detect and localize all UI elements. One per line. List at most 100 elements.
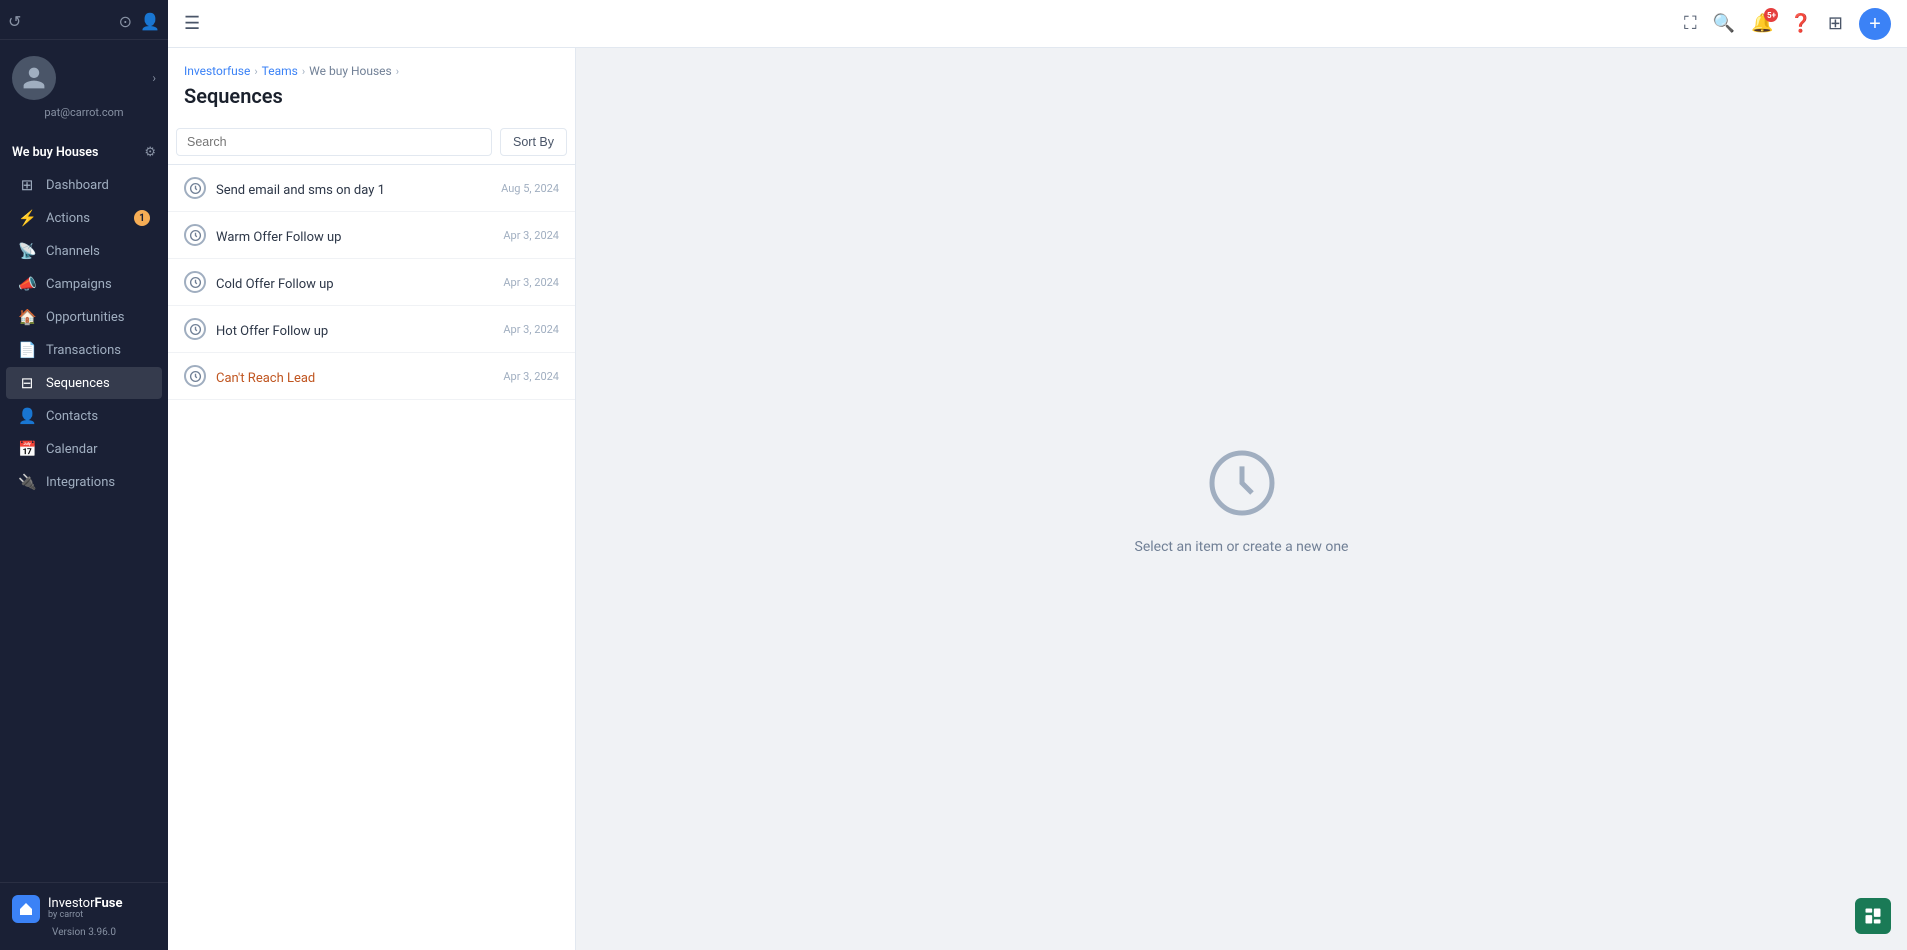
brand-text: InvestorFuse by carrot <box>48 897 122 921</box>
sequence-name: Send email and sms on day 1 <box>216 183 385 198</box>
sidebar-item-label: Transactions <box>46 343 150 358</box>
refresh-icon[interactable]: ↺ <box>8 12 21 31</box>
help-icon[interactable]: ❓ <box>1789 13 1811 34</box>
sidebar-item-label: Channels <box>46 244 150 259</box>
sidebar-item-label: Contacts <box>46 409 150 424</box>
sidebar-item-actions[interactable]: ⚡ Actions 1 <box>6 202 162 234</box>
sequence-name: Cold Offer Follow up <box>216 277 334 292</box>
breadcrumb-investorfuse[interactable]: Investorfuse <box>184 64 250 78</box>
sequence-clock-icon <box>184 271 206 293</box>
breadcrumb-teams[interactable]: Teams <box>262 64 298 78</box>
sidebar-item-transactions[interactable]: 📄 Transactions <box>6 334 162 366</box>
panel-header: Investorfuse › Teams › We buy Houses › S… <box>168 48 575 120</box>
sequence-info: Send email and sms on day 1 <box>216 179 491 198</box>
nav-list: ⊞ Dashboard ⚡ Actions 1 📡 Channels 📣 Cam… <box>0 164 168 882</box>
sidebar-item-contacts[interactable]: 👤 Contacts <box>6 400 162 432</box>
sidebar-item-label: Integrations <box>46 475 150 490</box>
apps-icon[interactable]: ⊞ <box>1828 13 1843 34</box>
hamburger-icon[interactable]: ☰ <box>184 13 200 34</box>
sequence-name: Hot Offer Follow up <box>216 324 328 339</box>
sequence-date: Apr 3, 2024 <box>503 276 559 289</box>
topbar-left: ☰ <box>184 13 200 34</box>
sequence-clock-icon <box>184 318 206 340</box>
workspace-header: We buy Houses ⚙ <box>0 137 168 164</box>
sequence-list-item[interactable]: Send email and sms on day 1 Aug 5, 2024 <box>168 165 575 212</box>
sequence-clock-icon <box>184 224 206 246</box>
sidebar: ↺ ⊙ 👤 › pat@carrot.com We buy Houses ⚙ ⊞… <box>0 0 168 950</box>
avatar-chevron-icon: › <box>152 71 156 85</box>
sidebar-item-channels[interactable]: 📡 Channels <box>6 235 162 267</box>
topbar-right: ⛶ 🔍 🔔 5+ ❓ ⊞ + <box>1684 8 1891 40</box>
search-icon[interactable]: 🔍 <box>1713 13 1735 34</box>
fullscreen-icon[interactable]: ⛶ <box>1684 13 1697 34</box>
search-sort-bar: Sort By <box>168 120 575 165</box>
sequence-date: Aug 5, 2024 <box>501 182 559 195</box>
notification-badge: 5+ <box>1764 8 1778 22</box>
sidebar-user-section: › pat@carrot.com <box>0 40 168 137</box>
notification-icon[interactable]: 🔔 5+ <box>1751 13 1773 34</box>
avatar-wrapper[interactable]: › <box>12 56 156 100</box>
sidebar-item-sequences[interactable]: ⊟ Sequences <box>6 367 162 399</box>
opportunities-icon: 🏠 <box>18 308 36 326</box>
brand-logo: InvestorFuse by carrot <box>12 895 156 923</box>
empty-clock-icon <box>1202 443 1282 523</box>
sequence-list-item[interactable]: Warm Offer Follow up Apr 3, 2024 <box>168 212 575 259</box>
sequence-list-item[interactable]: Cold Offer Follow up Apr 3, 2024 <box>168 259 575 306</box>
sequence-info: Can't Reach Lead <box>216 367 493 386</box>
sidebar-item-label: Calendar <box>46 442 150 457</box>
sort-by-button[interactable]: Sort By <box>500 128 567 156</box>
sidebar-top-icons: ↺ <box>8 12 21 31</box>
integrations-icon: 🔌 <box>18 473 36 491</box>
actions-icon: ⚡ <box>18 209 36 227</box>
avatar <box>12 56 56 100</box>
sequence-date: Apr 3, 2024 <box>503 370 559 383</box>
search-input-wrapper <box>176 128 492 156</box>
actions-badge: 1 <box>134 210 150 226</box>
workspace-gear-icon[interactable]: ⚙ <box>144 145 156 160</box>
sidebar-top-bar: ↺ ⊙ 👤 <box>0 0 168 40</box>
sidebar-item-label: Campaigns <box>46 277 150 292</box>
bottom-right-widget[interactable] <box>1855 898 1891 934</box>
sidebar-item-label: Dashboard <box>46 178 150 193</box>
contacts-icon: 👤 <box>18 407 36 425</box>
empty-state-text: Select an item or create a new one <box>1135 539 1349 555</box>
breadcrumb-sep-2: › <box>302 65 305 78</box>
topbar: ☰ ⛶ 🔍 🔔 5+ ❓ ⊞ + <box>168 0 1907 48</box>
sidebar-item-integrations[interactable]: 🔌 Integrations <box>6 466 162 498</box>
main-area: ☰ ⛶ 🔍 🔔 5+ ❓ ⊞ + Investorfuse › Teams › <box>168 0 1907 950</box>
sequences-panel: Investorfuse › Teams › We buy Houses › S… <box>168 48 576 950</box>
sequence-list: Send email and sms on day 1 Aug 5, 2024 … <box>168 165 575 950</box>
sequence-info: Cold Offer Follow up <box>216 273 493 292</box>
support-icon[interactable]: ⊙ <box>119 12 132 31</box>
sequences-icon: ⊟ <box>18 374 36 392</box>
sidebar-item-dashboard[interactable]: ⊞ Dashboard <box>6 169 162 201</box>
sidebar-item-label: Actions <box>46 211 124 226</box>
sidebar-item-label: Sequences <box>46 376 150 391</box>
breadcrumb-sep-3: › <box>396 65 399 78</box>
breadcrumb: Investorfuse › Teams › We buy Houses › <box>184 64 559 78</box>
settings-top-icon[interactable]: 👤 <box>140 12 160 31</box>
sidebar-footer: InvestorFuse by carrot Version 3.96.0 <box>0 882 168 950</box>
dashboard-icon: ⊞ <box>18 176 36 194</box>
calendar-icon: 📅 <box>18 440 36 458</box>
brand-name: InvestorFuse <box>48 897 122 910</box>
breadcrumb-current: We buy Houses <box>309 64 392 78</box>
sequence-list-item[interactable]: Can't Reach Lead Apr 3, 2024 <box>168 353 575 400</box>
sequence-date: Apr 3, 2024 <box>503 323 559 336</box>
sidebar-item-calendar[interactable]: 📅 Calendar <box>6 433 162 465</box>
sequence-info: Warm Offer Follow up <box>216 226 493 245</box>
add-button[interactable]: + <box>1859 8 1891 40</box>
sequence-clock-icon <box>184 365 206 387</box>
sequence-list-item[interactable]: Hot Offer Follow up Apr 3, 2024 <box>168 306 575 353</box>
channels-icon: 📡 <box>18 242 36 260</box>
empty-state-area: Select an item or create a new one <box>576 48 1907 950</box>
user-email: pat@carrot.com <box>44 100 123 129</box>
transactions-icon: 📄 <box>18 341 36 359</box>
sidebar-item-campaigns[interactable]: 📣 Campaigns <box>6 268 162 300</box>
sequence-date: Apr 3, 2024 <box>503 229 559 242</box>
sidebar-item-opportunities[interactable]: 🏠 Opportunities <box>6 301 162 333</box>
sequence-info: Hot Offer Follow up <box>216 320 493 339</box>
breadcrumb-sep-1: › <box>254 65 257 78</box>
version-text: Version 3.96.0 <box>12 927 156 938</box>
search-input[interactable] <box>176 128 492 156</box>
